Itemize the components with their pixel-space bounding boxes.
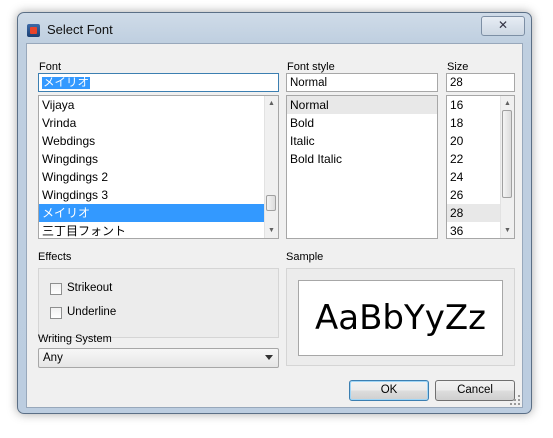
underline-label[interactable]: Underline (67, 306, 116, 318)
underline-checkbox[interactable] (50, 307, 62, 319)
list-item[interactable]: Wingdings 3 (39, 186, 278, 204)
strikeout-label[interactable]: Strikeout (67, 282, 112, 294)
ok-button[interactable]: OK (349, 380, 429, 401)
sample-text: AaBbYyZz (314, 298, 487, 338)
font-style-list[interactable]: Normal Bold Italic Bold Italic (286, 95, 438, 239)
sample-label: Sample (286, 251, 324, 263)
list-item[interactable]: Wingdings (39, 150, 278, 168)
window-title: Select Font (47, 22, 113, 37)
list-item[interactable]: Bold Italic (287, 150, 437, 168)
list-item[interactable]: Normal (287, 96, 437, 114)
font-label: Font (39, 61, 62, 73)
font-list-items: Vijaya Vrinda Webdings Wingdings Wingdings 2… (39, 96, 278, 238)
list-item[interactable]: 三丁目フォント (39, 222, 278, 238)
font-name-value: メイリオ (42, 77, 90, 89)
font-style-input[interactable]: Normal (286, 73, 438, 92)
size-input[interactable]: 28 (446, 73, 515, 92)
list-item[interactable]: Bold (287, 114, 437, 132)
font-style-label: Font style (287, 61, 335, 73)
effects-group: Strikeout Underline (38, 268, 279, 338)
list-item[interactable]: メイリオ (39, 204, 278, 222)
scroll-thumb[interactable] (266, 195, 276, 211)
cancel-button[interactable]: Cancel (435, 380, 515, 401)
scroll-down-arrow-icon[interactable]: ▼ (265, 224, 278, 237)
list-item[interactable]: Italic (287, 132, 437, 150)
scroll-thumb[interactable] (502, 110, 512, 198)
list-item[interactable]: Vijaya (39, 96, 278, 114)
effects-label: Effects (38, 251, 72, 263)
sample-group: AaBbYyZz (286, 268, 515, 366)
select-font-dialog: Select Font ✕ Font メイリオ Vijaya Vrinda Webd… (17, 12, 532, 414)
scroll-up-arrow-icon[interactable]: ▲ (265, 97, 278, 110)
app-icon (27, 24, 40, 37)
dialog-client-area: Font メイリオ Vijaya Vrinda Webdings Wingdings W… (26, 43, 523, 408)
scroll-up-arrow-icon[interactable]: ▲ (501, 97, 514, 110)
list-item[interactable]: Webdings (39, 132, 278, 150)
strikeout-checkbox[interactable] (50, 283, 62, 295)
chevron-down-icon (265, 355, 273, 360)
size-list[interactable]: 16 18 20 22 24 26 28 36 ▲ ▼ (446, 95, 515, 239)
font-list-scrollbar[interactable]: ▲ ▼ (264, 96, 278, 238)
scroll-down-arrow-icon[interactable]: ▼ (501, 224, 514, 237)
resize-grip-icon[interactable] (510, 395, 520, 405)
sample-preview: AaBbYyZz (298, 280, 503, 356)
list-item[interactable]: Vrinda (39, 114, 278, 132)
size-list-scrollbar[interactable]: ▲ ▼ (500, 96, 514, 238)
font-name-input[interactable]: メイリオ (38, 73, 279, 92)
writing-system-value: Any (43, 352, 63, 364)
close-button[interactable]: ✕ (481, 16, 525, 36)
list-item[interactable]: Wingdings 2 (39, 168, 278, 186)
size-label: Size (447, 61, 469, 73)
writing-system-label: Writing System (38, 333, 112, 345)
font-style-list-items: Normal Bold Italic Bold Italic (287, 96, 437, 168)
font-list[interactable]: Vijaya Vrinda Webdings Wingdings Wingdings 2… (38, 95, 279, 239)
writing-system-select[interactable]: Any (38, 348, 279, 368)
title-bar[interactable]: Select Font ✕ (18, 13, 531, 43)
